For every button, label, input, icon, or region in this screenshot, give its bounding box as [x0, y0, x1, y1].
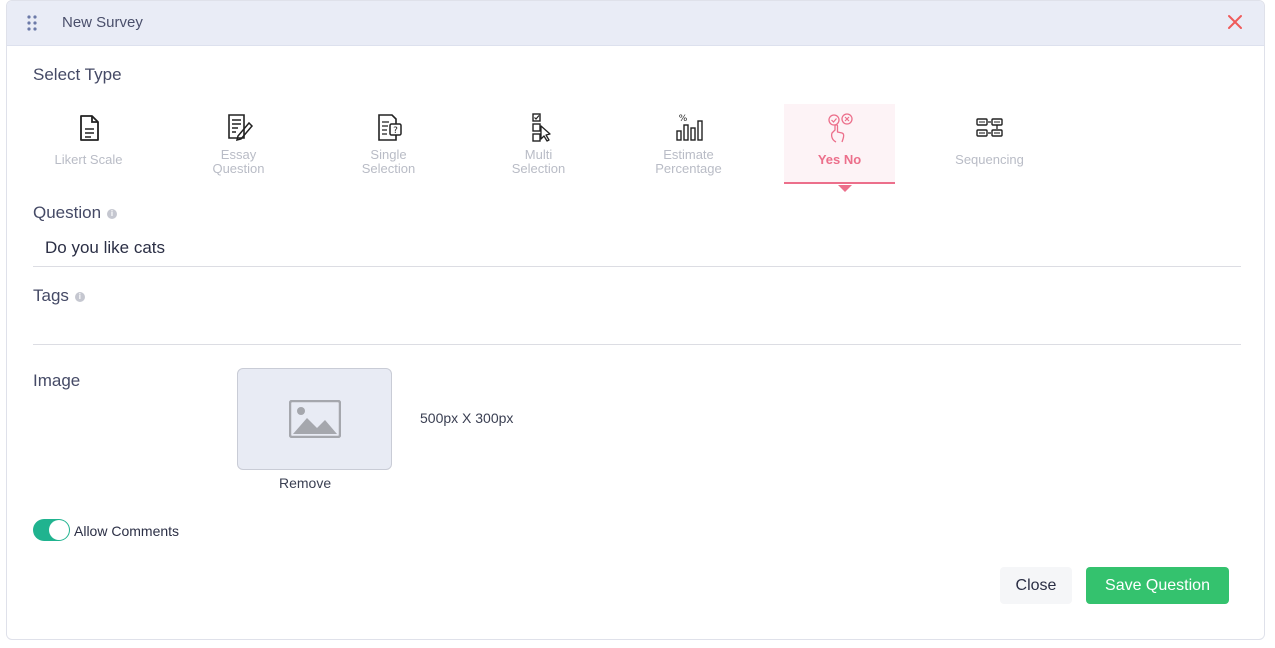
- tags-label-text: Tags: [33, 286, 69, 305]
- allow-comments-label: Allow Comments: [74, 523, 180, 539]
- type-option-single-selection[interactable]: ? Single Selection: [333, 104, 444, 184]
- select-type-label: Select Type: [33, 65, 122, 84]
- question-label-text: Question: [33, 203, 102, 222]
- type-label: Estimate: [663, 147, 714, 162]
- svg-text:?: ?: [393, 126, 398, 136]
- remove-image-button[interactable]: Remove: [279, 475, 331, 491]
- close-button[interactable]: Close: [1000, 567, 1072, 604]
- close-icon[interactable]: [1226, 13, 1244, 31]
- toggle-knob: [49, 520, 69, 540]
- info-icon[interactable]: i: [74, 291, 85, 302]
- type-option-sequencing[interactable]: Sequencing: [934, 104, 1045, 184]
- save-question-button[interactable]: Save Question: [1086, 567, 1229, 604]
- sequencing-icon: [975, 118, 1003, 137]
- essay-icon: [227, 114, 253, 142]
- type-label: Selection: [361, 161, 416, 176]
- type-label: Selection: [511, 161, 566, 176]
- type-label: Yes No: [817, 152, 862, 167]
- image-label: Image: [33, 371, 81, 390]
- type-label: Single: [370, 147, 407, 162]
- svg-text:%: %: [678, 114, 687, 124]
- image-size-hint: 500px X 300px: [420, 410, 514, 426]
- type-label: Percentage: [655, 161, 722, 176]
- document-icon: [79, 115, 99, 141]
- type-option-yes-no[interactable]: Yes No: [784, 104, 895, 184]
- image-placeholder-icon: [288, 400, 341, 438]
- tags-underline: [33, 344, 1241, 345]
- type-option-likert-scale[interactable]: Likert Scale: [33, 104, 144, 184]
- type-option-estimate-percentage[interactable]: % Estimate Percentage: [633, 104, 744, 184]
- type-label: Essay: [220, 147, 257, 162]
- drag-handle-icon[interactable]: [26, 15, 38, 31]
- panel-title: New Survey: [62, 14, 143, 31]
- question-underline: [33, 266, 1241, 267]
- type-label: Likert Scale: [54, 152, 123, 167]
- new-survey-panel: New Survey Select Type Likert Scale Essa…: [6, 0, 1265, 640]
- question-input[interactable]: Do you like cats: [45, 238, 165, 258]
- panel-header: New Survey: [7, 1, 1264, 46]
- active-type-caret: [838, 185, 852, 192]
- question-label: Question i: [33, 203, 118, 223]
- type-label: Question: [212, 161, 265, 176]
- type-label: Sequencing: [955, 152, 1024, 167]
- multi-selection-icon: [531, 113, 551, 142]
- tags-input[interactable]: [33, 311, 1241, 343]
- image-upload-box[interactable]: [237, 368, 392, 470]
- info-icon[interactable]: i: [107, 208, 118, 219]
- type-label: Multi: [524, 147, 553, 162]
- type-option-multi-selection[interactable]: Multi Selection: [483, 104, 594, 184]
- single-selection-icon: ?: [377, 114, 402, 141]
- tags-label: Tags i: [33, 286, 85, 306]
- yes-no-icon: [827, 113, 853, 143]
- bar-chart-percent-icon: %: [675, 114, 703, 141]
- allow-comments-toggle[interactable]: [33, 519, 70, 541]
- type-option-essay-question[interactable]: Essay Question: [183, 104, 294, 184]
